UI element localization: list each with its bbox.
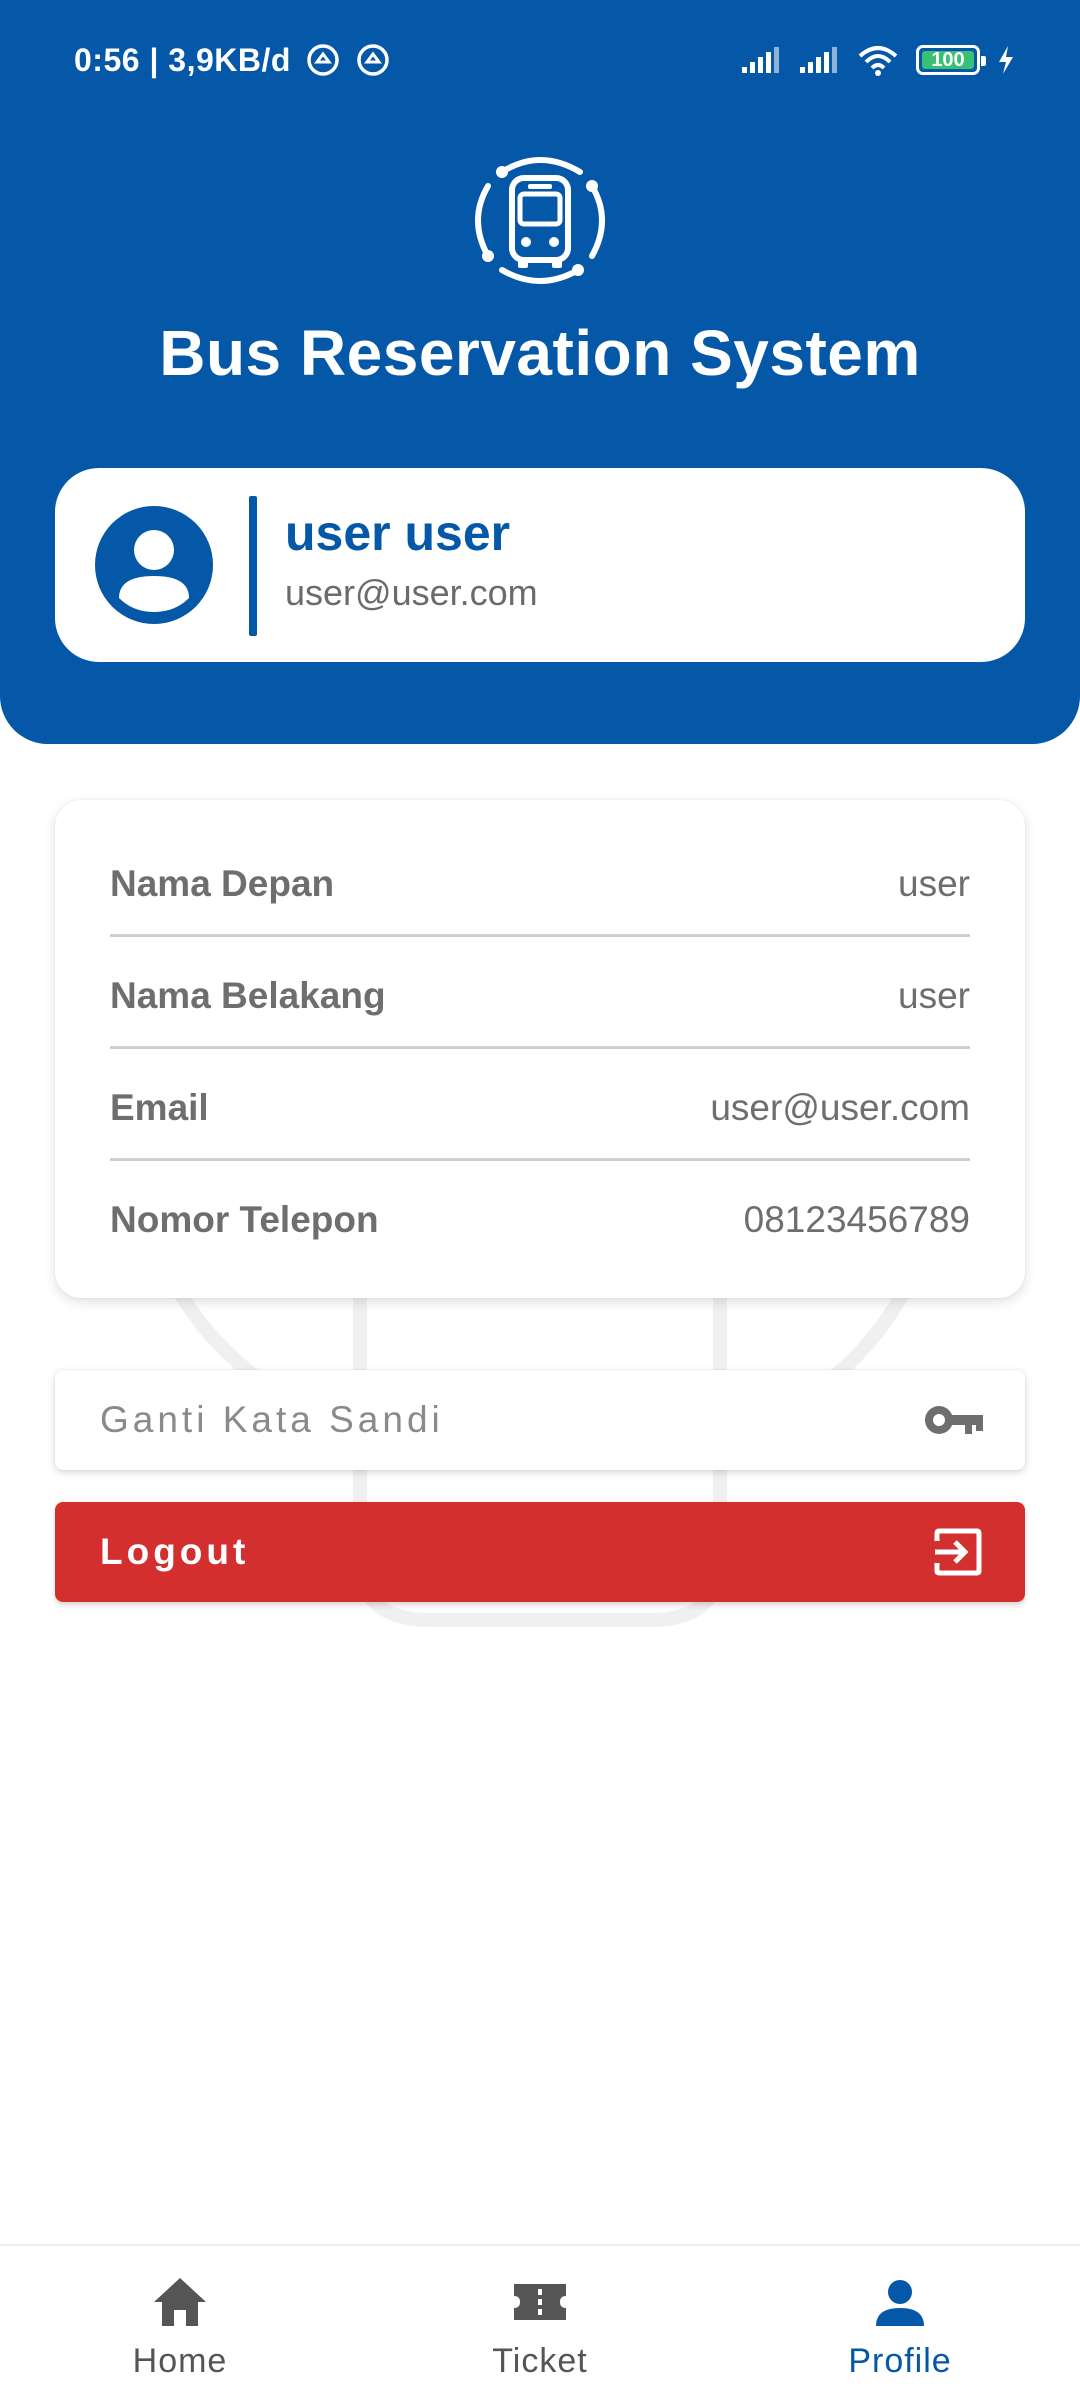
bus-logo-icon [475, 157, 605, 284]
info-value: 08123456789 [743, 1199, 970, 1240]
notification-icon [307, 44, 339, 76]
nav-label-home: Home [132, 2342, 228, 2380]
bottom-navigation: Home Ticket Profile [0, 2244, 1080, 2400]
nav-item-home[interactable]: Home [0, 2246, 360, 2400]
user-name: user user [285, 505, 511, 561]
info-value: user [898, 975, 970, 1016]
divider [110, 1158, 970, 1161]
info-value: user@user.com [710, 1087, 970, 1128]
person-icon [876, 2280, 924, 2326]
info-row-first-name: Nama Depan user [110, 828, 970, 940]
avatar-icon [95, 506, 213, 624]
nav-item-profile[interactable]: Profile [720, 2246, 1080, 2400]
change-password-label: Ganti Kata Sandi [100, 1399, 444, 1440]
info-row-last-name: Nama Belakang user [110, 940, 970, 1052]
user-card: user user user@user.com [55, 468, 1025, 662]
home-icon [154, 2278, 206, 2326]
battery-level: 100 [931, 48, 965, 71]
nav-label-ticket: Ticket [492, 2342, 588, 2380]
info-label: Nomor Telepon [110, 1199, 379, 1240]
logout-label: Logout [100, 1531, 250, 1572]
battery-indicator: 100 [916, 45, 986, 75]
info-value: user [898, 863, 970, 904]
logout-button[interactable]: Logout [55, 1502, 1025, 1602]
nav-label-profile: Profile [848, 2342, 952, 2380]
charging-icon [999, 46, 1013, 74]
signal-icon [800, 47, 837, 73]
info-label: Nama Depan [110, 863, 335, 904]
signal-icon [742, 47, 779, 73]
notification-icon [357, 44, 389, 76]
info-row-email: Email user@user.com [110, 1052, 970, 1164]
app-title: Bus Reservation System [159, 317, 921, 389]
status-left: 0:56 | 3,9KB/d [74, 38, 391, 82]
divider [110, 1046, 970, 1049]
ticket-icon [514, 2284, 566, 2320]
user-divider [249, 496, 257, 636]
change-password-button[interactable]: Ganti Kata Sandi [55, 1370, 1025, 1470]
header: 0:56 | 3,9KB/d 100 Bus Reservation Syste… [0, 0, 1080, 744]
nav-item-ticket[interactable]: Ticket [360, 2246, 720, 2400]
status-time: 0:56 | 3,9KB/d [74, 41, 291, 78]
info-row-phone: Nomor Telepon 08123456789 [110, 1164, 970, 1276]
status-bar: 0:56 | 3,9KB/d 100 [0, 0, 1080, 120]
user-email: user@user.com [285, 572, 538, 613]
logout-icon [934, 1528, 982, 1576]
divider [110, 934, 970, 937]
key-icon [925, 1406, 983, 1434]
wifi-icon [858, 46, 898, 76]
info-label: Nama Belakang [110, 975, 386, 1016]
status-right: 100 [740, 38, 1016, 82]
info-label: Email [110, 1087, 209, 1128]
